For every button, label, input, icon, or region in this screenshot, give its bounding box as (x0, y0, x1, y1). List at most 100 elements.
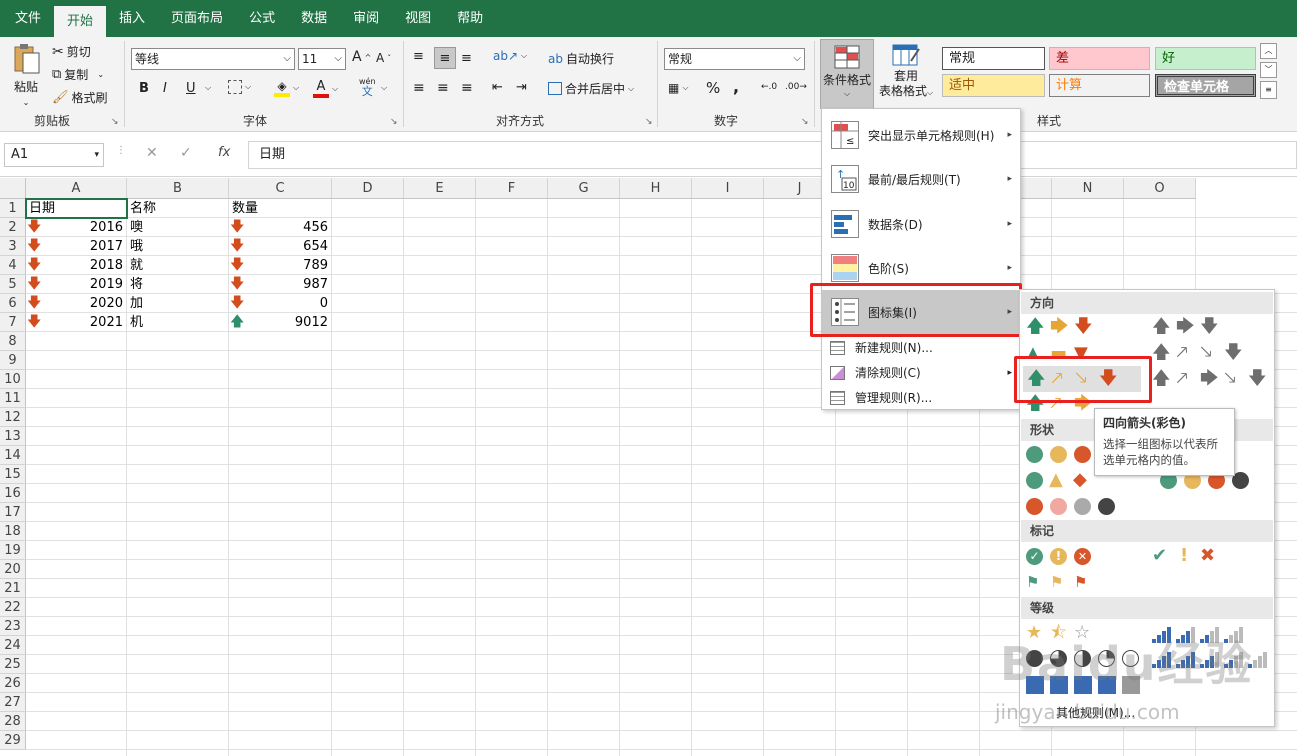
menu-data-bars[interactable]: 数据条(D) ▸ (822, 202, 1020, 246)
row-header[interactable]: 24 (0, 636, 26, 655)
column-header[interactable]: I (692, 178, 764, 199)
data-cell[interactable]: 将 (127, 275, 225, 294)
italic-button[interactable]: I (163, 81, 167, 96)
data-cell[interactable]: 2016 (26, 218, 123, 237)
column-header[interactable]: C (229, 178, 332, 199)
underline-button[interactable]: U (186, 81, 196, 96)
bold-button[interactable]: B (139, 81, 149, 96)
row-header[interactable]: 21 (0, 579, 26, 598)
increase-font-button[interactable]: A ^ (352, 49, 371, 65)
row-header[interactable]: 11 (0, 389, 26, 408)
data-cell[interactable]: 2017 (26, 237, 123, 256)
merge-center-button[interactable]: 合并后居中 ⌵ (548, 80, 634, 97)
header-cell[interactable]: 名称 (127, 199, 225, 218)
data-cell[interactable]: 2018 (26, 256, 123, 275)
column-header[interactable]: H (620, 178, 692, 199)
cut-button[interactable]: ✂ 剪切 (52, 43, 91, 60)
header-cell[interactable]: 数量 (229, 199, 328, 218)
align-bottom-button[interactable]: ≡ (461, 51, 472, 66)
formula-input[interactable]: 日期 (248, 141, 1297, 169)
icon-set-3-traffic-lights[interactable] (1026, 446, 1100, 466)
data-cell[interactable]: 2019 (26, 275, 123, 294)
format-painter-button[interactable]: 🖌 格式刷 (52, 89, 108, 106)
decrease-indent-button[interactable]: ⇤ (492, 80, 503, 95)
data-cell[interactable]: 加 (127, 294, 225, 313)
style-bad[interactable]: 差 (1049, 47, 1150, 70)
icon-set-4-arrows-gray[interactable]: 🡅 🡕 🡖 🡇 (1152, 343, 1252, 365)
data-cell[interactable]: 2020 (26, 294, 123, 313)
style-check-cell[interactable]: 检查单元格 (1155, 74, 1256, 97)
tab-4[interactable]: 公式 (236, 0, 288, 37)
row-header[interactable]: 26 (0, 674, 26, 693)
row-header[interactable]: 1 (0, 199, 26, 218)
row-header[interactable]: 18 (0, 522, 26, 541)
align-top-button[interactable]: ≡ (413, 49, 424, 64)
alignment-launcher-icon[interactable]: ↘ (645, 117, 653, 127)
icon-set-red-to-black[interactable] (1026, 498, 1126, 518)
menu-manage-rules[interactable]: 管理规则(R)... (822, 385, 1020, 410)
row-header[interactable]: 17 (0, 503, 26, 522)
tab-6[interactable]: 审阅 (340, 0, 392, 37)
align-middle-button[interactable]: ≡ (434, 47, 456, 69)
tab-5[interactable]: 数据 (288, 0, 340, 37)
row-header[interactable]: 12 (0, 408, 26, 427)
number-launcher-icon[interactable]: ↘ (801, 117, 809, 127)
data-cell[interactable]: 0 (229, 294, 328, 313)
menu-top-bottom-rules[interactable]: ↑ 10 最前/最后规则(T) ▸ (822, 157, 1020, 201)
style-good[interactable]: 好 (1155, 47, 1256, 70)
chevron-down-icon[interactable]: ⌵ (205, 83, 211, 93)
row-header[interactable]: 19 (0, 541, 26, 560)
icon-set-3-flags[interactable]: ⚑ ⚑ ⚑ (1026, 572, 1100, 592)
icon-set-3-symbols-circled[interactable]: ✓ ! ✕ (1026, 548, 1100, 568)
row-header[interactable]: 10 (0, 370, 26, 389)
icon-set-3-symbols[interactable]: ✔ ! ✖ (1152, 546, 1226, 568)
row-header[interactable]: 22 (0, 598, 26, 617)
style-normal[interactable]: 常规 (942, 47, 1045, 70)
conditional-format-button[interactable]: 条件格式 ⌵ (820, 39, 874, 109)
select-all-corner[interactable] (0, 178, 26, 199)
icon-set-3-signs[interactable]: ▲ ◆ (1026, 470, 1100, 492)
row-header[interactable]: 9 (0, 351, 26, 370)
row-header[interactable]: 20 (0, 560, 26, 579)
wrap-text-button[interactable]: ab 自动换行 (548, 50, 614, 67)
row-header[interactable]: 29 (0, 731, 26, 750)
data-cell[interactable]: 哦 (127, 237, 225, 256)
row-header[interactable]: 25 (0, 655, 26, 674)
row-header[interactable]: 2 (0, 218, 26, 237)
column-header[interactable]: G (548, 178, 620, 199)
number-format-select[interactable]: 常规 ⌵ (664, 48, 805, 70)
data-cell[interactable]: 机 (127, 313, 225, 332)
column-header[interactable]: O (1124, 178, 1196, 199)
paste-button[interactable]: 粘贴 ⌄ (8, 43, 44, 107)
tab-7[interactable]: 视图 (392, 0, 444, 37)
currency-button[interactable]: ▦ ⌵ (668, 81, 688, 95)
menu-new-rule[interactable]: 新建规则(N)... (822, 335, 1020, 360)
row-header[interactable]: 13 (0, 427, 26, 446)
row-header[interactable]: 6 (0, 294, 26, 313)
align-left-button[interactable]: ≡ (413, 80, 425, 96)
column-header[interactable]: E (404, 178, 476, 199)
menu-highlight-rules[interactable]: ≤ 突出显示单元格规则(H) ▸ (822, 113, 1020, 157)
data-cell[interactable]: 456 (229, 218, 328, 237)
phonetic-button[interactable]: wén 文 (359, 77, 376, 97)
row-header[interactable]: 15 (0, 465, 26, 484)
percent-button[interactable]: % (706, 79, 720, 97)
font-name-select[interactable]: 等线 ⌵ (131, 48, 295, 70)
align-right-button[interactable]: ≡ (461, 80, 473, 96)
cancel-icon[interactable]: ✕ (146, 145, 158, 161)
align-center-button[interactable]: ≡ (437, 80, 449, 96)
orientation-button[interactable]: ab↗ ⌵ (493, 49, 527, 63)
row-header[interactable]: 27 (0, 693, 26, 712)
tab-2[interactable]: 插入 (106, 0, 158, 37)
data-cell[interactable]: 789 (229, 256, 328, 275)
clipboard-launcher-icon[interactable]: ↘ (111, 117, 119, 127)
row-header[interactable]: 7 (0, 313, 26, 332)
row-header[interactable]: 8 (0, 332, 26, 351)
style-neutral[interactable]: 适中 (942, 74, 1045, 97)
row-header[interactable]: 4 (0, 256, 26, 275)
tab-0[interactable]: 文件 (2, 0, 54, 37)
column-header[interactable]: F (476, 178, 548, 199)
data-cell[interactable]: 噢 (127, 218, 225, 237)
data-cell[interactable]: 9012 (229, 313, 328, 332)
data-cell[interactable]: 987 (229, 275, 328, 294)
